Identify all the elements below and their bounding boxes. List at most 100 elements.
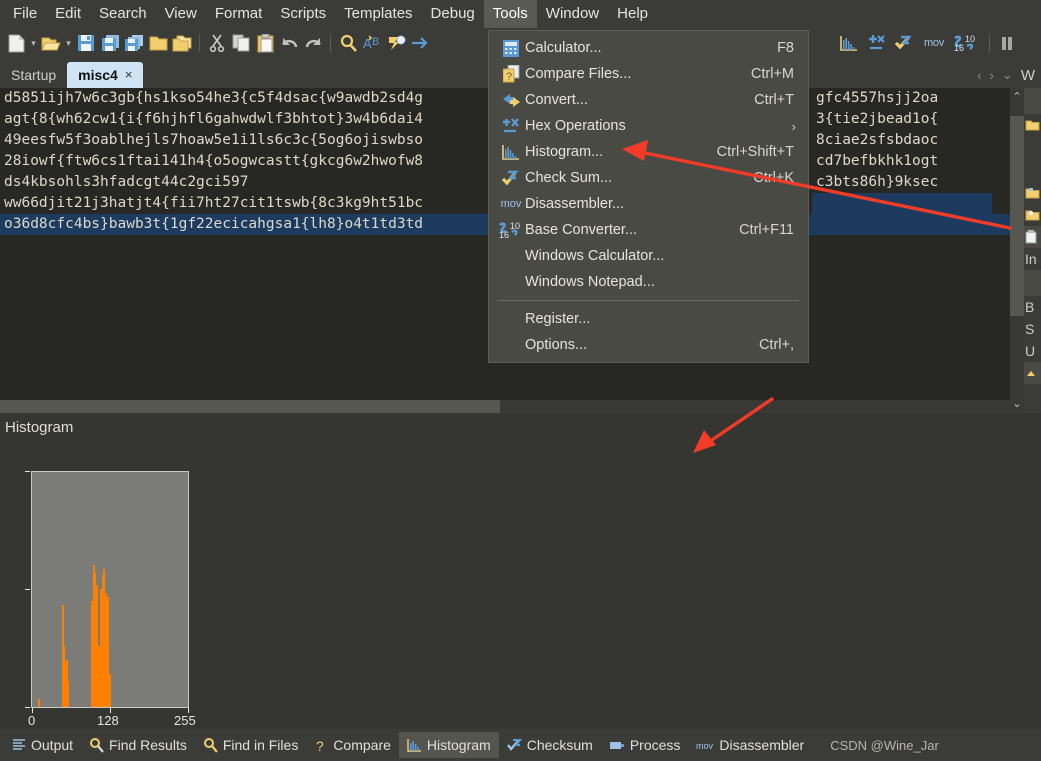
bottom-panel-tab-bar: Output Find Results Find in Files ? Comp… bbox=[0, 729, 1041, 761]
paste-icon[interactable] bbox=[253, 31, 277, 55]
find-next-icon[interactable] bbox=[384, 31, 408, 55]
redo-icon[interactable] bbox=[301, 31, 325, 55]
bottom-tab-label: Histogram bbox=[426, 737, 491, 753]
menu-tools[interactable]: Tools bbox=[483, 0, 537, 28]
save-as-icon[interactable] bbox=[98, 31, 122, 55]
menu-view[interactable]: View bbox=[156, 0, 206, 28]
bottom-tab-disassembler[interactable]: mov Disassembler bbox=[688, 732, 812, 758]
menu-item-accelerator: Ctrl+, bbox=[758, 337, 794, 353]
open-folder-icon[interactable] bbox=[1024, 114, 1041, 136]
goto-icon[interactable] bbox=[408, 31, 432, 55]
application-window: File Edit Search View Format Scripts Tem… bbox=[0, 0, 1041, 761]
menu-help[interactable]: Help bbox=[608, 0, 657, 28]
scrollbar-thumb[interactable] bbox=[0, 400, 500, 413]
menu-item-windows-calculator[interactable]: Windows Calculator... bbox=[489, 243, 808, 269]
new-file-icon[interactable] bbox=[4, 31, 28, 55]
histogram-plot-area[interactable] bbox=[31, 471, 189, 708]
window-panel-label: W bbox=[1020, 66, 1035, 84]
menu-file[interactable]: File bbox=[4, 0, 46, 28]
tab-list-chevron-down-icon[interactable]: ⌄ bbox=[998, 67, 1017, 83]
menu-item-register[interactable]: Register... bbox=[489, 306, 808, 332]
menu-item-calculator[interactable]: Calculator... F8 bbox=[489, 35, 808, 61]
svg-text:16: 16 bbox=[954, 43, 964, 52]
menu-item-options[interactable]: Options... Ctrl+, bbox=[489, 332, 808, 358]
tab-misc4[interactable]: misc4 × bbox=[67, 62, 144, 88]
bottom-tab-output[interactable]: Output bbox=[4, 732, 81, 758]
copy-icon[interactable] bbox=[229, 31, 253, 55]
menu-format[interactable]: Format bbox=[206, 0, 272, 28]
bottom-tab-find-results[interactable]: Find Results bbox=[81, 732, 195, 758]
menu-item-accelerator: Ctrl+F11 bbox=[739, 222, 794, 238]
menu-item-check-sum[interactable]: Check Sum... Ctrl+K bbox=[489, 165, 808, 191]
menu-item-hex-operations[interactable]: Hex Operations › bbox=[489, 113, 808, 139]
recent-folder-icon[interactable] bbox=[1024, 182, 1041, 204]
scroll-down-arrow-icon[interactable]: ⌄ bbox=[1010, 395, 1024, 413]
clipboard-icon[interactable] bbox=[1024, 226, 1041, 248]
editor-line-right-selected bbox=[812, 193, 992, 214]
menu-item-label: Windows Calculator... bbox=[525, 248, 665, 264]
scroll-up-arrow-icon[interactable]: ⌃ bbox=[1010, 88, 1024, 106]
dock-label-u[interactable]: U bbox=[1024, 340, 1041, 362]
saved-folder-icon[interactable] bbox=[1024, 204, 1041, 226]
tab-prev-icon[interactable]: ‹ bbox=[973, 68, 985, 83]
tab-label: Startup bbox=[11, 66, 57, 83]
menu-item-disassembler[interactable]: mov Disassembler... bbox=[489, 191, 808, 217]
menu-scripts[interactable]: Scripts bbox=[271, 0, 335, 28]
menu-item-label: Compare Files... bbox=[525, 66, 632, 82]
menu-item-histogram[interactable]: Histogram... Ctrl+Shift+T bbox=[489, 139, 808, 165]
compare-icon: ? bbox=[316, 738, 324, 753]
bottom-tab-label: Checksum bbox=[526, 737, 593, 753]
pin-icon[interactable] bbox=[1024, 362, 1041, 384]
menu-item-base-converter[interactable]: 10 16 Base Converter... Ctrl+F11 bbox=[489, 217, 808, 243]
menu-window[interactable]: Window bbox=[537, 0, 608, 28]
menu-item-convert[interactable]: Convert... Ctrl+T bbox=[489, 87, 808, 113]
scrollbar-thumb[interactable] bbox=[1010, 116, 1024, 316]
menu-debug[interactable]: Debug bbox=[422, 0, 484, 28]
editor-horizontal-scrollbar[interactable] bbox=[0, 400, 1010, 413]
menu-templates[interactable]: Templates bbox=[335, 0, 421, 28]
histogram-icon[interactable] bbox=[836, 31, 860, 55]
save-icon[interactable] bbox=[74, 31, 98, 55]
dock-group-2[interactable] bbox=[1024, 270, 1041, 296]
menu-search[interactable]: Search bbox=[90, 0, 156, 28]
menu-item-compare-files[interactable]: ? Compare Files... Ctrl+M bbox=[489, 61, 808, 87]
right-dock-panel: In B S U bbox=[1024, 88, 1041, 413]
menu-item-windows-notepad[interactable]: Windows Notepad... bbox=[489, 269, 808, 295]
open-folder-icon[interactable] bbox=[39, 31, 63, 55]
undo-icon[interactable] bbox=[277, 31, 301, 55]
bottom-tab-find-in-files[interactable]: Find in Files bbox=[195, 732, 306, 758]
mov-disassembler-icon[interactable]: mov bbox=[920, 31, 948, 55]
menu-item-label: Windows Notepad... bbox=[525, 274, 655, 290]
svg-text:?: ? bbox=[316, 738, 324, 753]
folder-icon[interactable] bbox=[146, 31, 170, 55]
dock-label-inspector[interactable]: In bbox=[1024, 248, 1041, 270]
cut-icon[interactable] bbox=[205, 31, 229, 55]
tab-next-icon[interactable]: › bbox=[986, 68, 998, 83]
find-results-icon bbox=[90, 737, 104, 753]
dock-label-s[interactable]: S bbox=[1024, 318, 1041, 340]
tab-close-icon[interactable]: × bbox=[125, 67, 133, 82]
save-all-icon[interactable] bbox=[122, 31, 146, 55]
editor-line-right: cd7befbkhk1ogt bbox=[816, 153, 939, 169]
base-converter-icon[interactable]: 10 16 bbox=[952, 31, 980, 55]
open-file-dropdown-chevron-icon[interactable]: ▾ bbox=[63, 38, 74, 49]
checksum-icon[interactable] bbox=[892, 31, 916, 55]
bottom-tab-histogram[interactable]: Histogram bbox=[398, 732, 499, 758]
replace-icon[interactable]: AB bbox=[360, 31, 384, 55]
bottom-tab-checksum[interactable]: Checksum bbox=[499, 732, 601, 758]
bottom-tab-compare[interactable]: ? Compare bbox=[306, 732, 399, 758]
dock-label-b[interactable]: B bbox=[1024, 296, 1041, 318]
find-icon[interactable] bbox=[336, 31, 360, 55]
bottom-tab-process[interactable]: Process bbox=[601, 732, 689, 758]
editor-vertical-scrollbar[interactable]: ⌃ ⌄ bbox=[1010, 88, 1024, 413]
menu-edit[interactable]: Edit bbox=[46, 0, 90, 28]
bottom-tab-label: Process bbox=[629, 737, 681, 753]
folders-icon[interactable] bbox=[170, 31, 194, 55]
dock-group-1[interactable] bbox=[1024, 88, 1041, 114]
tab-startup[interactable]: Startup bbox=[0, 62, 67, 88]
pause-icon[interactable] bbox=[995, 31, 1019, 55]
hex-operations-icon[interactable] bbox=[864, 31, 888, 55]
y-axis-tick bbox=[25, 707, 30, 708]
new-file-dropdown-chevron-icon[interactable]: ▾ bbox=[28, 38, 39, 49]
checksum-icon bbox=[497, 170, 525, 187]
